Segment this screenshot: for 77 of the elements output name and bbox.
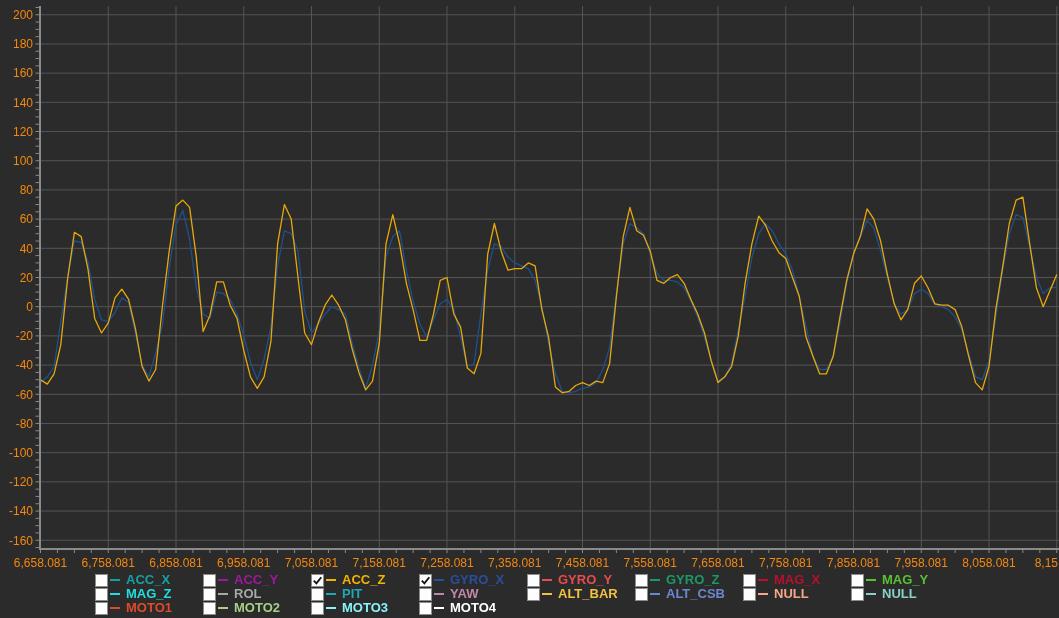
legend-label: MOTO4 xyxy=(450,601,496,615)
y-tick-label: 0 xyxy=(26,300,33,314)
y-tick-label: 200 xyxy=(12,8,33,23)
legend-label: ACC_Z xyxy=(342,573,386,587)
checkbox[interactable] xyxy=(635,573,648,587)
legend-label: MOTO3 xyxy=(342,601,388,615)
legend-label: GYRO_X xyxy=(450,573,505,587)
legend-label: PIT xyxy=(342,587,363,601)
y-tick-label: -140 xyxy=(8,504,33,519)
checkbox[interactable] xyxy=(311,573,324,587)
x-tick-label: 6,858.081 xyxy=(149,556,203,570)
x-tick-label: 7,658.081 xyxy=(691,556,745,570)
y-tick-label: -160 xyxy=(8,533,33,548)
checkbox[interactable] xyxy=(743,573,756,587)
x-tick-label: 7,858.081 xyxy=(826,556,881,570)
legend-label: ROL xyxy=(234,587,262,601)
checkbox[interactable] xyxy=(95,587,108,601)
legend-label: GYRO_Y xyxy=(558,573,613,587)
x-tick-label: 7,758.081 xyxy=(759,556,813,570)
checkbox[interactable] xyxy=(419,601,432,615)
y-tick-label: -100 xyxy=(8,445,33,460)
legend-label: NULL xyxy=(882,587,917,601)
legend-label: GYRO_Z xyxy=(666,573,720,587)
y-tick-label: -40 xyxy=(15,358,33,373)
checkbox[interactable] xyxy=(743,587,756,601)
y-tick-label: 40 xyxy=(19,241,33,256)
legend-label: MAG_X xyxy=(774,573,821,587)
y-tick-label: 160 xyxy=(12,66,33,81)
y-tick-label: -120 xyxy=(8,475,33,490)
y-tick-label: 80 xyxy=(19,183,33,198)
checkbox[interactable] xyxy=(95,601,108,615)
y-tick-label: 140 xyxy=(12,95,33,110)
x-tick-label: 8,058.081 xyxy=(962,556,1016,570)
checkbox[interactable] xyxy=(311,601,324,615)
legend-label: ALT_BAR xyxy=(558,587,618,601)
checkmark-icon xyxy=(421,575,430,585)
checkmark-icon xyxy=(313,575,322,585)
checkbox[interactable] xyxy=(203,587,216,601)
checkbox[interactable] xyxy=(419,573,432,587)
checkbox[interactable] xyxy=(851,587,864,601)
y-tick-label: -80 xyxy=(15,416,33,431)
legend-label: MAG_Z xyxy=(126,587,172,601)
y-tick-label: -20 xyxy=(15,329,33,344)
x-tick-label: 7,058.081 xyxy=(284,556,339,570)
legend-label: ACC_Y xyxy=(234,573,279,587)
y-tick-label: 20 xyxy=(19,270,33,285)
x-tick-label: 7,258.081 xyxy=(420,556,474,570)
legend-label: ALT_CSB xyxy=(666,587,725,601)
x-tick-label: 6,758.081 xyxy=(81,556,135,570)
checkbox[interactable] xyxy=(95,573,108,587)
x-tick-label: 6,958.081 xyxy=(217,556,271,570)
legend-label: MAG_Y xyxy=(882,573,929,587)
x-tick-label: 7,158.081 xyxy=(352,556,406,570)
x-tick-label: 7,558.081 xyxy=(623,556,677,570)
y-tick-label: 180 xyxy=(12,37,33,52)
x-tick-label: 7,958.081 xyxy=(894,556,948,570)
checkbox[interactable] xyxy=(419,587,432,601)
checkbox[interactable] xyxy=(311,587,324,601)
checkbox[interactable] xyxy=(851,573,864,587)
checkbox[interactable] xyxy=(203,573,216,587)
y-tick-label: -60 xyxy=(15,387,33,402)
checkbox[interactable] xyxy=(635,587,648,601)
x-tick-label: 6,658.081 xyxy=(13,556,68,570)
checkbox[interactable] xyxy=(203,601,216,615)
legend-label: NULL xyxy=(774,587,809,601)
legend-label: ACC_X xyxy=(126,573,171,587)
x-tick-label: 7,458.081 xyxy=(555,556,610,570)
checkbox[interactable] xyxy=(527,587,540,601)
x-tick-label: 7,358.081 xyxy=(488,556,542,570)
y-tick-label: 60 xyxy=(19,212,33,227)
legend-label: YAW xyxy=(450,587,479,601)
y-tick-label: 100 xyxy=(12,154,33,169)
y-tick-label: 120 xyxy=(12,124,33,139)
checkbox[interactable] xyxy=(527,573,540,587)
legend-label: MOTO2 xyxy=(234,601,280,615)
legend-label: MOTO1 xyxy=(126,601,172,615)
x-tick-label: 8,15 xyxy=(1034,556,1058,570)
